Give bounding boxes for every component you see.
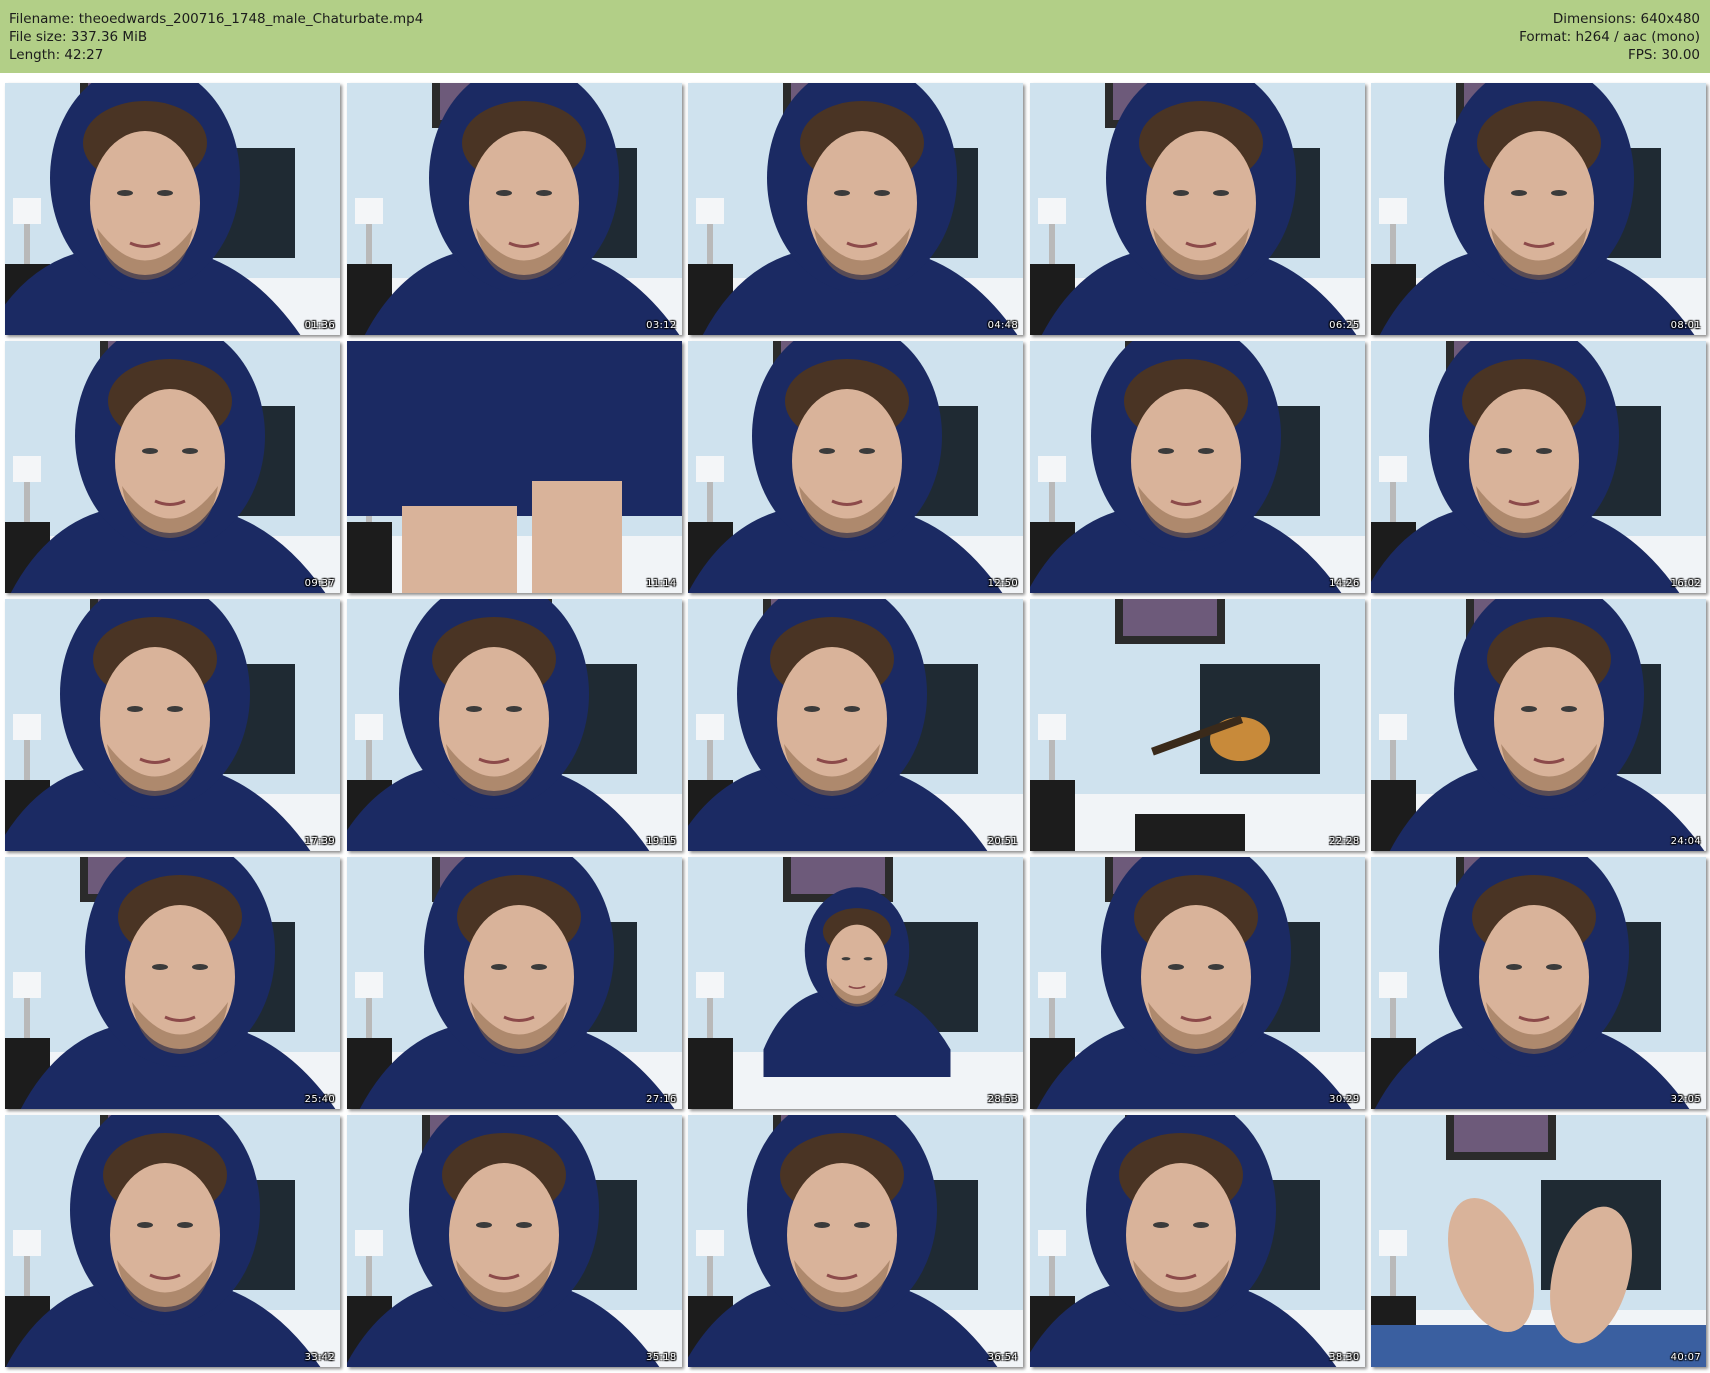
video-thumbnail: 12:50 [688,341,1023,593]
thumbnail-frame-image [5,857,340,1109]
dimensions-text: Dimensions: 640x480 [1552,11,1700,27]
thumbnail-timestamp: 06:25 [1329,320,1360,331]
filesize-text: File size: 337.36 MiB [9,29,148,45]
thumbnail-timestamp: 16:02 [1670,578,1701,589]
thumbnail-frame-image [688,83,1023,335]
thumbnail-frame-image [1029,599,1365,851]
file-info-right: Dimensions: 640x480 Format: h264 / aac (… [1519,10,1700,64]
thumbnail-frame-image [346,857,682,1109]
video-thumbnail: 28:53 [688,857,1023,1109]
thumbnail-timestamp: 22:28 [1329,836,1360,847]
thumbnail-frame-image [1029,1115,1365,1367]
thumbnail-timestamp: 30:29 [1329,1094,1360,1105]
video-thumbnail: 09:37 [5,341,340,593]
video-thumbnail: 06:25 [1029,83,1365,335]
thumbnail-timestamp: 12:50 [987,578,1018,589]
thumbnail-frame-image [1371,857,1706,1109]
video-thumbnail: 33:42 [5,1115,340,1367]
thumbnail-timestamp: 36:54 [987,1352,1018,1363]
fps-text: FPS: 30.00 [1628,47,1700,63]
thumbnail-frame-image [688,857,1023,1109]
thumbnail-grid: 01:36 03:12 04:48 06:25 08:01 09:37 11:14 12:50… [0,81,1710,1373]
video-thumbnail: 27:16 [346,857,682,1109]
thumbnail-timestamp: 08:01 [1670,320,1701,331]
thumbnail-frame-image [346,83,682,335]
thumbnail-frame-image [5,83,340,335]
thumbnail-timestamp: 35:18 [646,1352,677,1363]
video-thumbnail: 32:05 [1371,857,1706,1109]
filename-text: Filename: theoedwards_200716_1748_male_C… [9,11,424,27]
thumbnail-timestamp: 33:42 [304,1352,335,1363]
length-text: Length: 42:27 [9,47,104,63]
video-thumbnail: 14:26 [1029,341,1365,593]
video-thumbnail: 38:30 [1029,1115,1365,1367]
thumbnail-frame-image [1029,341,1365,593]
video-thumbnail: 01:36 [5,83,340,335]
video-thumbnail: 22:28 [1029,599,1365,851]
thumbnail-frame-image [1371,599,1706,851]
video-thumbnail: 17:39 [5,599,340,851]
thumbnail-frame-image [346,1115,682,1367]
thumbnail-timestamp: 25:40 [304,1094,335,1105]
video-thumbnail: 19:15 [346,599,682,851]
thumbnail-timestamp: 38:30 [1329,1352,1360,1363]
thumbnail-timestamp: 27:16 [646,1094,677,1105]
thumbnail-timestamp: 40:07 [1670,1352,1701,1363]
thumbnail-timestamp: 17:39 [304,836,335,847]
video-thumbnail: 25:40 [5,857,340,1109]
thumbnail-timestamp: 24:04 [1670,836,1701,847]
info-header: Filename: theoedwards_200716_1748_male_C… [0,0,1710,73]
thumbnail-frame-image [1371,1115,1706,1367]
video-thumbnail: 20:51 [688,599,1023,851]
thumbnail-timestamp: 19:15 [646,836,677,847]
video-thumbnail: 36:54 [688,1115,1023,1367]
thumbnail-frame-image [1371,83,1706,335]
video-thumbnail: 40:07 [1371,1115,1706,1367]
thumbnail-frame-image [5,1115,340,1367]
thumbnail-timestamp: 11:14 [646,578,677,589]
thumbnail-frame-image [346,341,682,593]
thumbnail-frame-image [688,341,1023,593]
thumbnail-frame-image [1029,857,1365,1109]
thumbnail-frame-image [346,599,682,851]
thumbnail-frame-image [688,1115,1023,1367]
thumbnail-frame-image [1371,341,1706,593]
thumbnail-timestamp: 03:12 [646,320,677,331]
thumbnail-frame-image [5,599,340,851]
video-thumbnail: 35:18 [346,1115,682,1367]
video-thumbnail: 11:14 [346,341,682,593]
thumbnail-timestamp: 09:37 [304,578,335,589]
video-thumbnail: 30:29 [1029,857,1365,1109]
thumbnail-frame-image [5,341,340,593]
thumbnail-frame-image [1029,83,1365,335]
video-thumbnail: 08:01 [1371,83,1706,335]
format-text: Format: h264 / aac (mono) [1519,29,1700,45]
video-thumbnail: 24:04 [1371,599,1706,851]
video-thumbnail: 16:02 [1371,341,1706,593]
thumbnail-timestamp: 20:51 [987,836,1018,847]
file-info-left: Filename: theoedwards_200716_1748_male_C… [9,10,423,64]
video-thumbnail: 04:48 [688,83,1023,335]
thumbnail-timestamp: 14:26 [1329,578,1360,589]
thumbnail-timestamp: 32:05 [1670,1094,1701,1105]
video-thumbnail: 03:12 [346,83,682,335]
thumbnail-timestamp: 01:36 [304,320,335,331]
thumbnail-timestamp: 04:48 [987,320,1018,331]
thumbnail-frame-image [688,599,1023,851]
thumbnail-timestamp: 28:53 [987,1094,1018,1105]
